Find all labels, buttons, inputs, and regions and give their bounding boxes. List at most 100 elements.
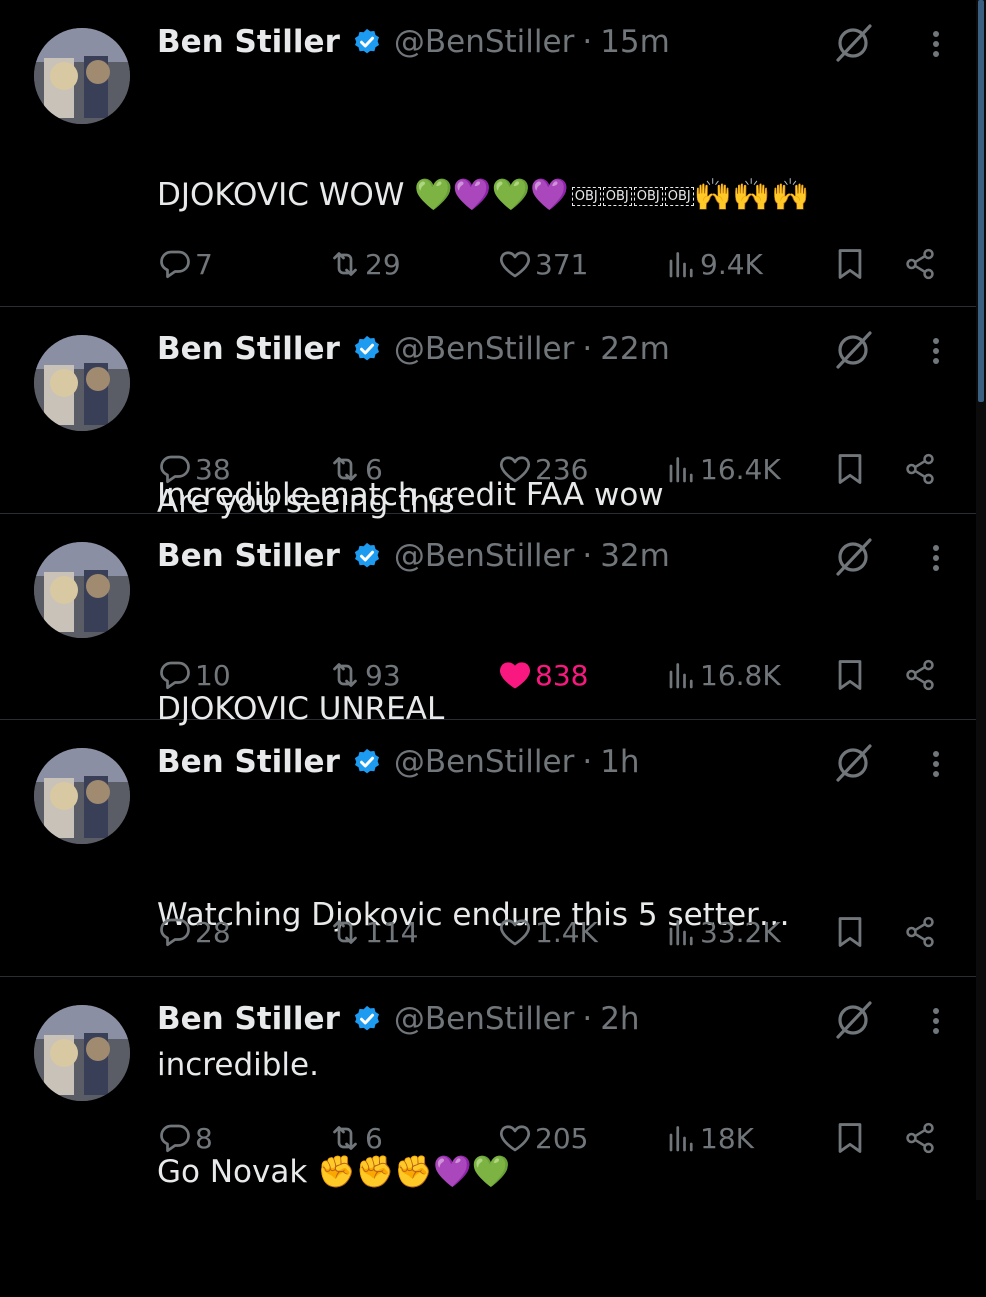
tweet-timestamp[interactable]: 22m xyxy=(600,331,670,367)
like-button[interactable]: 371 xyxy=(497,244,588,284)
reply-count: 38 xyxy=(195,452,231,486)
views-button[interactable]: 16.8K xyxy=(662,655,781,695)
tweet[interactable]: Ben Stiller @BenStiller · 2h Go Novak ✊✊… xyxy=(0,977,976,1199)
share-icon[interactable] xyxy=(903,247,937,281)
tweet[interactable]: Ben Stiller @BenStiller · 22m Are you se… xyxy=(0,307,976,520)
author-handle[interactable]: @BenStiller xyxy=(394,1001,574,1037)
repost-button[interactable]: 6 xyxy=(327,449,383,489)
bookmark-icon[interactable] xyxy=(833,1121,867,1155)
views-button[interactable]: 16.4K xyxy=(662,449,781,489)
repost-icon xyxy=(333,920,357,944)
views-button[interactable]: 18K xyxy=(662,1118,754,1158)
like-button[interactable]: 236 xyxy=(497,449,588,489)
more-icon[interactable] xyxy=(921,538,951,578)
like-button[interactable]: 1.4K xyxy=(497,912,598,952)
reply-icon xyxy=(160,1124,190,1153)
scrollbar-thumb[interactable] xyxy=(978,0,984,402)
repost-icon xyxy=(333,1126,357,1150)
views-icon xyxy=(669,457,693,483)
heart-icon xyxy=(500,919,530,946)
grok-icon[interactable] xyxy=(834,536,874,576)
obj-placeholder: OBJ xyxy=(633,186,663,206)
bookmark-icon[interactable] xyxy=(833,247,867,281)
more-icon[interactable] xyxy=(921,24,951,64)
avatar[interactable] xyxy=(34,28,130,124)
reply-button[interactable]: 28 xyxy=(157,912,231,952)
grok-icon[interactable] xyxy=(834,999,874,1039)
like-count: 371 xyxy=(535,247,589,281)
grok-icon[interactable] xyxy=(834,22,874,62)
author-name[interactable]: Ben Stiller xyxy=(157,538,340,574)
share-icon[interactable] xyxy=(903,915,937,949)
share-icon[interactable] xyxy=(903,1121,937,1155)
heart-icon xyxy=(500,1125,530,1152)
author-name[interactable]: Ben Stiller xyxy=(157,24,340,60)
bookmark-icon[interactable] xyxy=(833,915,867,949)
repost-icon xyxy=(333,663,357,687)
author-handle[interactable]: @BenStiller xyxy=(394,538,574,574)
avatar[interactable] xyxy=(34,335,130,431)
repost-button[interactable]: 93 xyxy=(327,655,401,695)
author-handle[interactable]: @BenStiller xyxy=(394,331,574,367)
repost-count: 114 xyxy=(365,915,419,949)
tweet-timestamp[interactable]: 32m xyxy=(600,538,670,574)
author-name[interactable]: Ben Stiller xyxy=(157,331,340,367)
emoji: 🙌 xyxy=(732,177,771,213)
tweet[interactable]: Ben Stiller @BenStiller · 1h Watching Dj… xyxy=(0,720,976,1083)
repost-button[interactable]: 6 xyxy=(327,1118,383,1158)
heart-icon xyxy=(500,662,530,689)
repost-button[interactable]: 29 xyxy=(327,244,401,284)
tweet-timestamp[interactable]: 15m xyxy=(600,24,670,60)
like-count: 1.4K xyxy=(535,915,598,949)
obj-placeholder: OBJ xyxy=(602,186,632,206)
tweet-actions: 28 114 1.4K 33.2K xyxy=(157,912,947,952)
reply-count: 8 xyxy=(195,1121,213,1155)
tweet[interactable]: Ben Stiller @BenStiller · 15m DJOKOVIC W… xyxy=(0,0,976,513)
scrollbar[interactable] xyxy=(976,0,986,1200)
separator-dot: · xyxy=(582,538,593,574)
repost-count: 29 xyxy=(365,247,401,281)
like-button[interactable]: 205 xyxy=(497,1118,588,1158)
more-icon[interactable] xyxy=(921,331,951,371)
share-icon[interactable] xyxy=(903,658,937,692)
author-handle[interactable]: @BenStiller xyxy=(394,744,574,780)
avatar[interactable] xyxy=(34,748,130,844)
reply-button[interactable]: 38 xyxy=(157,449,231,489)
obj-placeholder: OBJ xyxy=(664,186,694,206)
reply-button[interactable]: 8 xyxy=(157,1118,213,1158)
timeline: Ben Stiller @BenStiller · 15m DJOKOVIC W… xyxy=(0,0,976,1200)
repost-button[interactable]: 114 xyxy=(327,912,418,952)
tweet-text-line: DJOKOVIC WOW 💚💜💚💜 xyxy=(157,177,569,213)
reply-button[interactable]: 10 xyxy=(157,655,231,695)
separator-dot: · xyxy=(582,744,593,780)
grok-icon[interactable] xyxy=(834,329,874,369)
views-icon xyxy=(669,1126,693,1152)
tweet-timestamp[interactable]: 2h xyxy=(600,1001,639,1037)
avatar[interactable] xyxy=(34,1005,130,1101)
views-button[interactable]: 9.4K xyxy=(662,244,763,284)
avatar[interactable] xyxy=(34,542,130,638)
like-button[interactable]: 838 xyxy=(497,655,588,695)
like-count: 838 xyxy=(535,658,589,692)
heart-icon xyxy=(500,456,530,483)
author-name[interactable]: Ben Stiller xyxy=(157,1001,340,1037)
separator-dot: · xyxy=(582,331,593,367)
reply-icon xyxy=(160,918,190,947)
more-icon[interactable] xyxy=(921,1001,951,1041)
grok-icon[interactable] xyxy=(834,742,874,782)
tweet[interactable]: Ben Stiller @BenStiller · 32m DJOKOVIC U… xyxy=(0,514,976,727)
reply-button[interactable]: 7 xyxy=(157,244,213,284)
separator-dot: · xyxy=(582,1001,593,1037)
share-icon[interactable] xyxy=(903,452,937,486)
obj-placeholder: OBJ xyxy=(571,186,601,206)
repost-count: 6 xyxy=(365,452,383,486)
bookmark-icon[interactable] xyxy=(833,658,867,692)
author-name[interactable]: Ben Stiller xyxy=(157,744,340,780)
author-handle[interactable]: @BenStiller xyxy=(394,24,574,60)
more-icon[interactable] xyxy=(921,744,951,784)
reply-icon xyxy=(160,250,190,279)
emoji: 🙌 xyxy=(770,177,810,213)
views-button[interactable]: 33.2K xyxy=(662,912,781,952)
bookmark-icon[interactable] xyxy=(833,452,867,486)
tweet-timestamp[interactable]: 1h xyxy=(600,744,639,780)
